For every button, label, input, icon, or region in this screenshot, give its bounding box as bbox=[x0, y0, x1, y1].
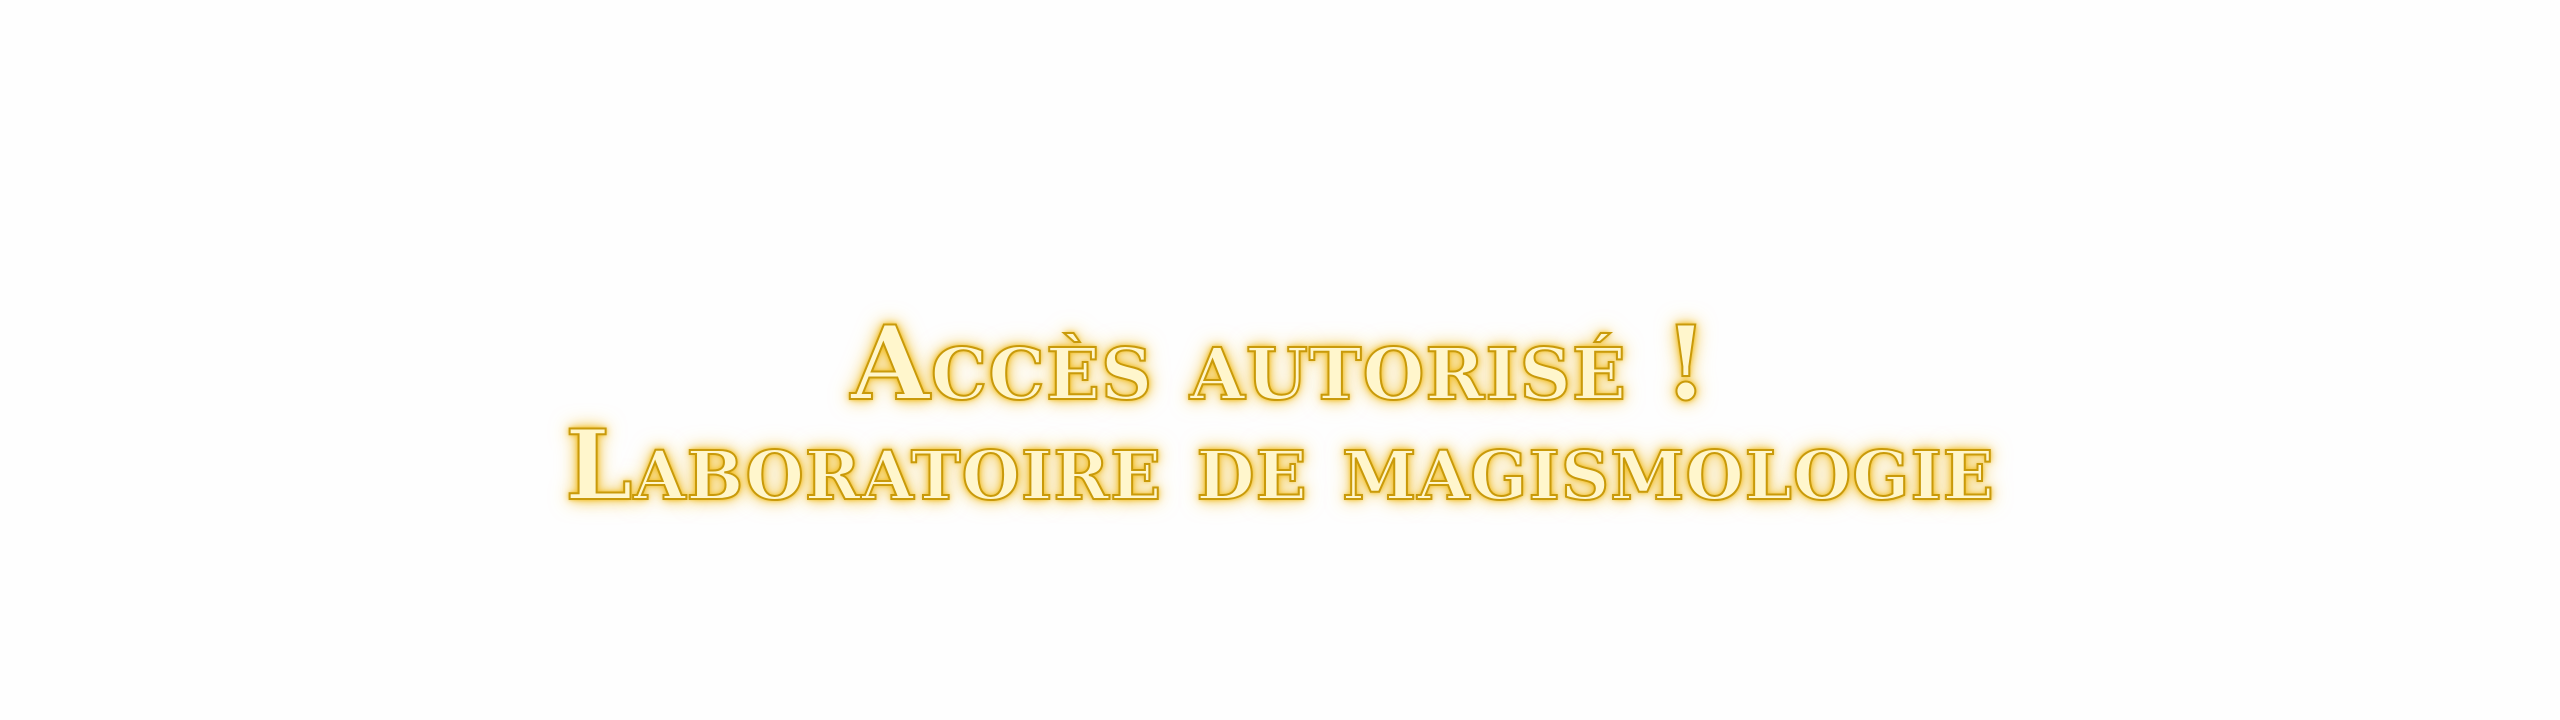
access-granted-notification: Accès autorisé ! Laboratoire de magismol… bbox=[0, 304, 2560, 522]
access-granted-title: Accès autorisé ! bbox=[850, 304, 1710, 424]
game-screen: { "notification": { "line1": "Accès auto… bbox=[0, 0, 2560, 720]
location-name: Laboratoire de magismologie bbox=[564, 409, 1995, 522]
